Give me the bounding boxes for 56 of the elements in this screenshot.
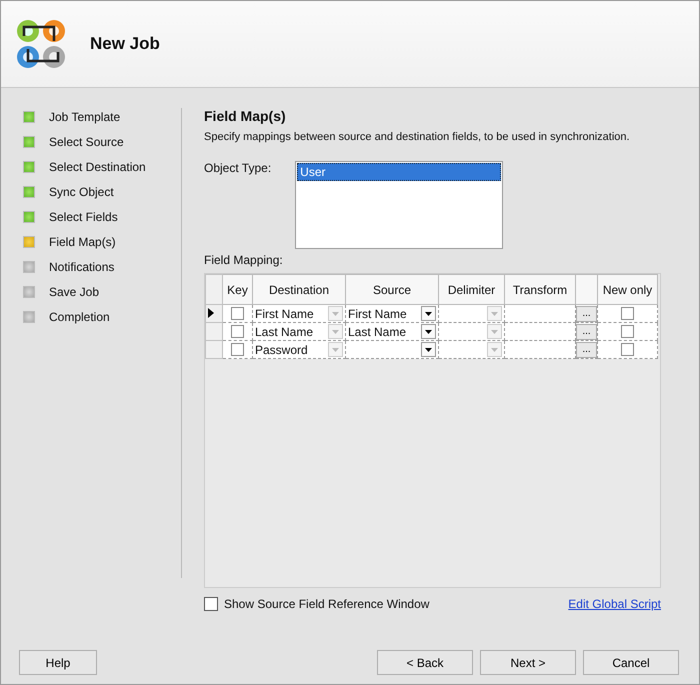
help-button[interactable]: Help <box>19 650 97 675</box>
step-label: Save Job <box>49 285 100 299</box>
step-label: Select Source <box>49 135 124 149</box>
checkbox[interactable] <box>621 307 634 320</box>
ellipsis-button[interactable]: ... <box>576 306 597 322</box>
checkbox[interactable] <box>231 307 244 320</box>
table-cell: Password <box>255 342 308 356</box>
step-label: Select Fields <box>49 210 118 224</box>
step-label: Select Destination <box>49 160 146 174</box>
caret-icon <box>425 330 432 334</box>
wizard-button[interactable]: Cancel <box>583 650 679 675</box>
caret-icon <box>332 312 339 316</box>
column-header: Transform <box>504 274 576 304</box>
checkbox[interactable] <box>204 597 218 611</box>
step-label: Job Template <box>49 110 120 124</box>
logo-icon <box>14 17 68 71</box>
column-header: Delimiter <box>438 274 504 304</box>
checkbox[interactable] <box>621 325 634 338</box>
ellipsis-button[interactable]: ... <box>576 342 597 358</box>
object-type-label: Object Type: <box>204 161 272 177</box>
caret-icon <box>491 312 498 316</box>
column-header: Source <box>346 274 438 304</box>
caret-icon <box>491 330 498 334</box>
wizard-button[interactable]: Next > <box>480 650 576 675</box>
dropdown-button[interactable] <box>421 324 436 339</box>
global-script-link[interactable]: Edit Global Script <box>568 597 661 611</box>
field-mapping-label: Field Mapping: <box>204 253 284 267</box>
table-cell: First Name <box>255 306 314 320</box>
step-label: Notifications <box>49 260 114 274</box>
checkbox[interactable] <box>231 343 244 356</box>
column-header: New only <box>598 274 658 304</box>
table-cell: Last Name <box>255 324 314 338</box>
checkbox[interactable] <box>231 325 244 338</box>
caret-icon <box>425 348 432 352</box>
step-label: Field Map(s) <box>49 235 116 249</box>
table-cell: Last Name <box>348 324 406 338</box>
step-label: Completion <box>49 310 110 324</box>
checkbox[interactable] <box>621 343 634 356</box>
dropdown-button[interactable] <box>421 342 436 357</box>
checkbox-label: Show Source Field Reference Window <box>224 597 430 611</box>
step-label: Sync Object <box>49 185 114 199</box>
window-title: New Job <box>90 34 160 54</box>
caret-icon <box>332 330 339 334</box>
section-title: Field Map(s) <box>204 108 287 124</box>
object-type-list[interactable]: User <box>295 161 504 249</box>
table-cell: First Name <box>348 306 407 320</box>
wizard-button[interactable]: < Back <box>377 650 473 675</box>
list-item[interactable]: User <box>297 163 502 181</box>
dropdown-button[interactable] <box>421 306 436 321</box>
caret-icon <box>425 312 432 316</box>
section-description: Specify mappings between source and destination fields, to be used in synchronization. <box>204 131 631 143</box>
caret-icon <box>332 348 339 352</box>
column-header: Destination <box>252 274 346 304</box>
column-header: Key <box>222 274 252 304</box>
ellipsis-button[interactable]: ... <box>576 324 597 340</box>
caret-icon <box>491 348 498 352</box>
